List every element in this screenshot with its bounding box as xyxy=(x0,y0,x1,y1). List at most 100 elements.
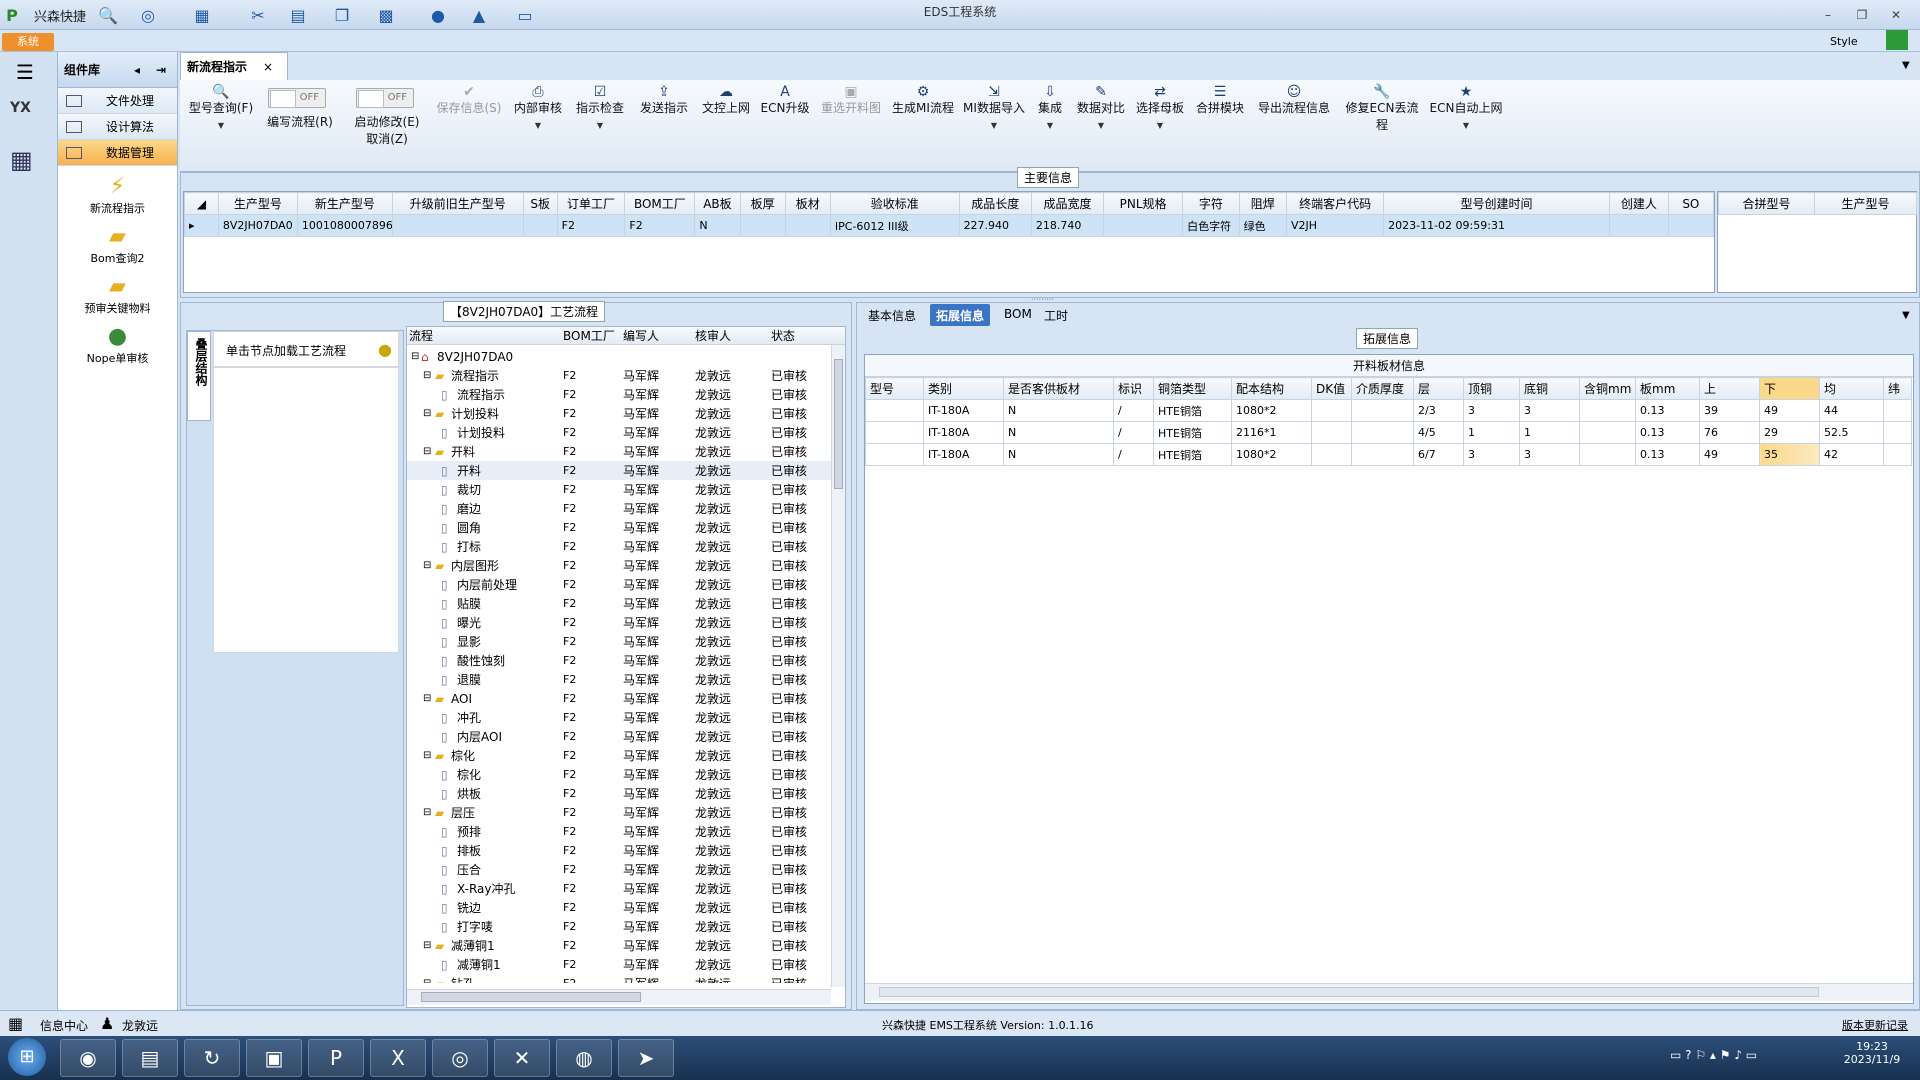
table-cell[interactable]: N xyxy=(694,214,741,237)
tree-node[interactable]: ▯ 开料 F2 马军辉 龙敦远 已审核 xyxy=(407,461,831,480)
column-header[interactable]: 升级前旧生产型号 xyxy=(391,192,524,215)
table-cell[interactable] xyxy=(865,421,924,444)
column-header[interactable]: 终端客户代码 xyxy=(1286,192,1385,215)
reselect-cut-image-button[interactable]: ▣ 重选开料图 xyxy=(816,84,886,117)
scroll-thumb[interactable] xyxy=(834,359,843,489)
select-mother-board-button[interactable]: ⇄ 选择母板 ▼ xyxy=(1132,84,1188,134)
column-header[interactable]: 成品长度 xyxy=(958,192,1032,215)
tree-node[interactable]: ▯ 磨边 F2 马军辉 龙敦远 已审核 xyxy=(407,499,831,518)
tree-node[interactable]: ▯ 预排 F2 马军辉 龙敦远 已审核 xyxy=(407,822,831,841)
tab-bom[interactable]: BOM xyxy=(998,304,1038,326)
column-header[interactable]: BOM工厂 xyxy=(624,192,696,215)
tree-node[interactable]: ▯ 显影 F2 马军辉 龙敦远 已审核 xyxy=(407,632,831,651)
tree-node[interactable]: ▯ 打字唛 F2 马军辉 龙敦远 已审核 xyxy=(407,917,831,936)
column-header[interactable]: 纬 xyxy=(1883,377,1912,400)
table-cell[interactable]: 49 xyxy=(1759,399,1820,422)
column-header[interactable]: 底铜 xyxy=(1519,377,1580,400)
start-button[interactable]: ⊞ xyxy=(8,1038,46,1076)
table-cell[interactable] xyxy=(391,214,524,237)
taskbar-arrow-app-icon[interactable]: ➤ xyxy=(618,1039,674,1077)
table-cell[interactable]: 3 xyxy=(1519,399,1580,422)
ecn-upgrade-button[interactable]: A ECN升级 xyxy=(758,84,812,117)
table-cell[interactable] xyxy=(865,399,924,422)
taskbar-excel-icon[interactable]: X xyxy=(370,1039,426,1077)
merge-model-grid[interactable]: 合拼型号 生产型号 xyxy=(1717,191,1917,293)
column-header[interactable]: 上 xyxy=(1699,377,1760,400)
column-header[interactable]: 板mm xyxy=(1635,377,1700,400)
tree-node[interactable]: ▯ 烘板 F2 马军辉 龙敦远 已审核 xyxy=(407,784,831,803)
column-header[interactable]: 铜箔类型 xyxy=(1153,377,1232,400)
table-row[interactable]: IT-180A N / HTE铜箔 2116*1 4/5 1 1 0.13 76 29 52.5 xyxy=(865,421,1912,444)
collapse-icon[interactable]: ⊟ xyxy=(423,978,435,983)
tree-node[interactable]: ▯ 铣边 F2 马军辉 龙敦远 已审核 xyxy=(407,898,831,917)
table-cell[interactable]: N xyxy=(1003,399,1114,422)
collapse-left-icon[interactable]: ◂ xyxy=(134,63,140,77)
start-edit-toggle[interactable]: OFF xyxy=(356,88,414,108)
comp-item-file[interactable]: 文件处理 xyxy=(58,88,177,114)
column-header[interactable]: 生产型号 xyxy=(1814,192,1917,215)
table-cell[interactable] xyxy=(739,214,786,237)
table-cell[interactable]: N xyxy=(1003,421,1114,444)
table-cell[interactable]: 35 xyxy=(1759,443,1820,466)
tree-node[interactable]: ▯ 减薄铜1 F2 马军辉 龙敦远 已审核 xyxy=(407,955,831,974)
row-indicator[interactable]: ▸ xyxy=(184,214,219,237)
table-cell[interactable] xyxy=(1883,399,1912,422)
table-cell[interactable]: IT-180A xyxy=(923,443,1004,466)
tree-node[interactable]: ▯ 压合 F2 马军辉 龙敦远 已审核 xyxy=(407,860,831,879)
cancel-edit-label[interactable]: 取消(Z) xyxy=(348,131,426,148)
data-compare-button[interactable]: ✎ 数据对比 ▼ xyxy=(1074,84,1128,134)
table-cell[interactable]: 39 xyxy=(1699,399,1760,422)
table-cell[interactable] xyxy=(1608,214,1669,237)
tree-node[interactable]: ⊟ ▰ 棕化 F2 马军辉 龙敦远 已审核 xyxy=(407,746,831,765)
integrate-button[interactable]: ⇩ 集成 ▼ xyxy=(1032,84,1068,134)
tab-basic-info[interactable]: 基本信息 xyxy=(862,304,922,326)
table-cell[interactable] xyxy=(784,214,831,237)
column-header[interactable]: DK值 xyxy=(1311,377,1352,400)
tab-extended-info[interactable]: 拓展信息 xyxy=(930,304,991,326)
tree-node[interactable]: ▯ 曝光 F2 马军辉 龙敦远 已审核 xyxy=(407,613,831,632)
table-cell[interactable]: 218.740 xyxy=(1030,214,1105,237)
corner-cell[interactable]: ◢ xyxy=(184,192,219,215)
taskbar-x-app-icon[interactable]: ✕ xyxy=(494,1039,550,1077)
table-cell[interactable] xyxy=(1883,443,1912,466)
comp-item-algorithm[interactable]: 设计算法 xyxy=(58,114,177,140)
tree-node[interactable]: ▯ 圆角 F2 马军辉 龙敦远 已审核 xyxy=(407,518,831,537)
table-cell[interactable]: 2/3 xyxy=(1413,399,1464,422)
column-header[interactable]: S板 xyxy=(522,192,558,215)
info-center-label[interactable]: 信息中心 xyxy=(40,1017,88,1034)
column-header[interactable]: 型号创建时间 xyxy=(1383,192,1610,215)
tray-icons[interactable]: ▭ ? ⚐ ▴ ⚑ ♪ ▭ xyxy=(1670,1048,1757,1062)
taskbar-notepad-icon[interactable]: ▤ xyxy=(122,1039,178,1077)
yx-logo-icon[interactable]: YX xyxy=(10,100,46,140)
style-dropdown[interactable]: Style xyxy=(1830,35,1858,48)
tree-node[interactable]: ⊟ ▰ 内层图形 F2 马军辉 龙敦远 已审核 xyxy=(407,556,831,575)
export-flow-info-button[interactable]: ☺ 导出流程信息 xyxy=(1252,84,1336,117)
table-cell[interactable] xyxy=(522,214,558,237)
tree-node[interactable]: ⊟ ▰ 层压 F2 马军辉 龙敦远 已审核 xyxy=(407,803,831,822)
model-query-button[interactable]: 🔍 型号查询(F) ▼ xyxy=(186,84,256,134)
grid-hscrollbar[interactable] xyxy=(865,983,1913,1001)
table-cell[interactable] xyxy=(1351,443,1414,466)
collapse-icon[interactable]: ⊟ xyxy=(423,370,435,381)
system-menu-button[interactable]: 系统 xyxy=(2,33,54,51)
close-tab-icon[interactable]: × xyxy=(263,60,273,74)
taskbar-save-icon[interactable]: ▣ xyxy=(246,1039,302,1077)
tree-node[interactable]: ▯ 退膜 F2 马军辉 龙敦远 已审核 xyxy=(407,670,831,689)
table-cell[interactable]: 3 xyxy=(1519,443,1580,466)
column-header[interactable]: 核审人 xyxy=(695,327,771,344)
table-cell[interactable]: IT-180A xyxy=(923,399,1004,422)
column-header[interactable]: 配本结构 xyxy=(1231,377,1312,400)
taskbar-eds-icon[interactable]: P xyxy=(308,1039,364,1077)
table-cell[interactable]: 76 xyxy=(1699,421,1760,444)
table-cell[interactable] xyxy=(1351,421,1414,444)
table-cell[interactable] xyxy=(1579,399,1636,422)
column-header[interactable]: 成品宽度 xyxy=(1030,192,1105,215)
table-cell[interactable]: 1 xyxy=(1463,421,1520,444)
menu-icon[interactable]: ☰ xyxy=(16,60,34,84)
table-row[interactable]: IT-180A N / HTE铜箔 1080*2 6/7 3 3 0.13 49 35 42 xyxy=(865,443,1912,466)
ecn-auto-online-button[interactable]: ★ ECN自动上网 ▼ xyxy=(1428,84,1504,134)
collapse-icon[interactable]: ⊟ xyxy=(423,940,435,951)
doc-online-button[interactable]: ☁ 文控上网 xyxy=(698,84,754,117)
pin-icon[interactable]: ⇥ xyxy=(156,63,166,77)
grid-icon[interactable]: ▦ xyxy=(8,1014,23,1033)
